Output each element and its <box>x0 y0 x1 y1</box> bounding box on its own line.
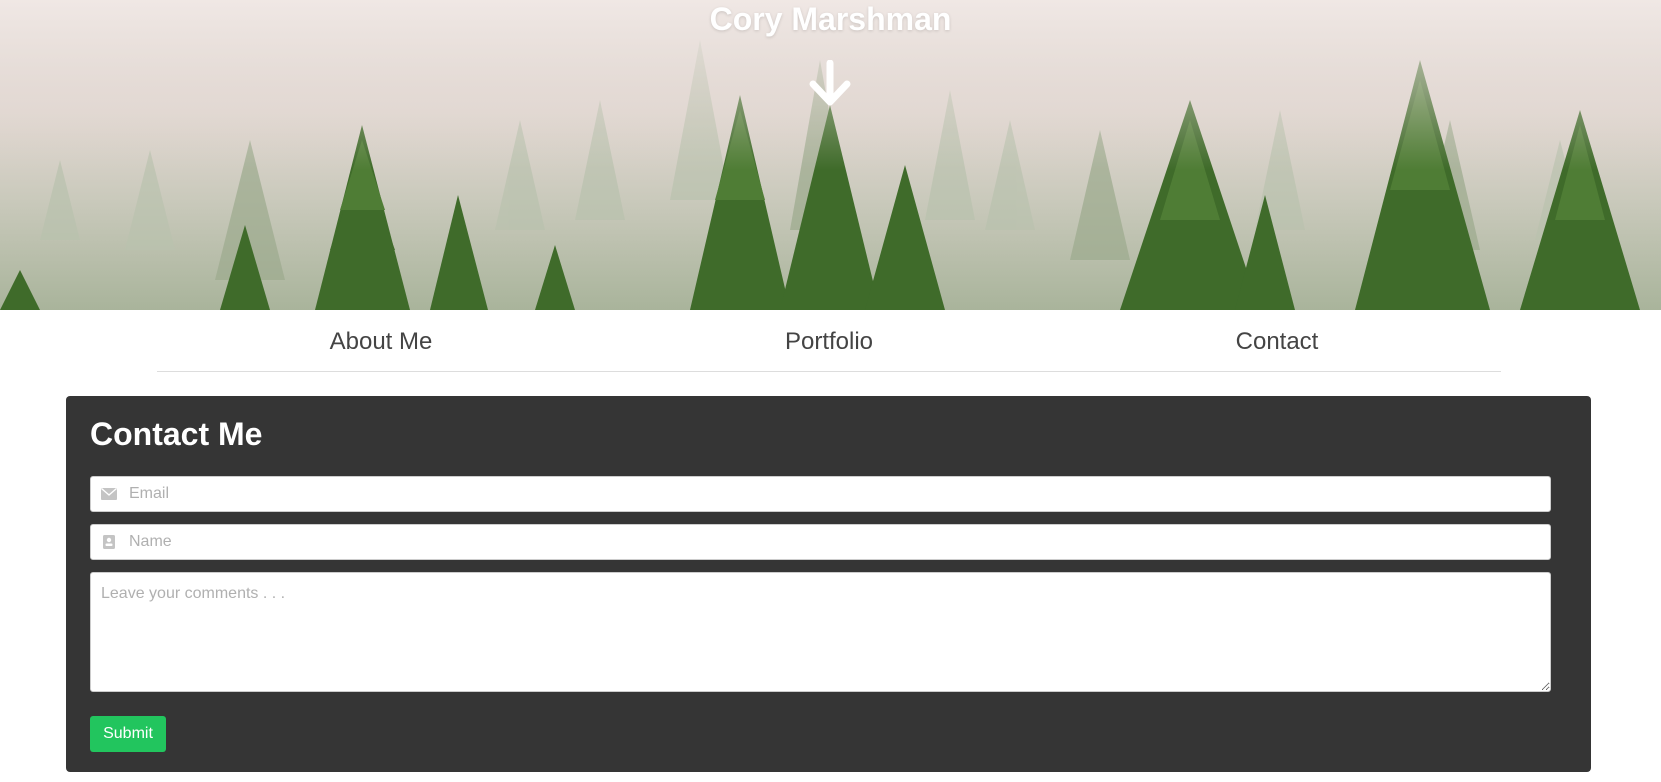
submit-button[interactable]: Submit <box>90 716 166 752</box>
nav-item-about-me[interactable]: About Me <box>157 310 605 371</box>
contact-card-icon <box>103 535 115 549</box>
contact-form-card: Contact Me Submit <box>66 396 1591 772</box>
email-field-wrapper <box>90 476 1551 512</box>
hero-title: Cory Marshman <box>709 1 952 37</box>
nav-item-contact[interactable]: Contact <box>1053 310 1501 371</box>
forest-background-image <box>0 0 1661 310</box>
arrow-down-icon[interactable] <box>808 60 852 108</box>
contact-title: Contact Me <box>90 416 263 452</box>
envelope-icon <box>101 487 117 500</box>
name-field-wrapper <box>90 524 1551 560</box>
main-nav: About Me Portfolio Contact <box>157 310 1501 372</box>
name-input[interactable] <box>127 525 1537 559</box>
comments-textarea[interactable] <box>90 572 1551 692</box>
email-input[interactable] <box>127 477 1537 511</box>
hero-banner: Cory Marshman <box>0 0 1661 310</box>
nav-item-portfolio[interactable]: Portfolio <box>605 310 1053 371</box>
